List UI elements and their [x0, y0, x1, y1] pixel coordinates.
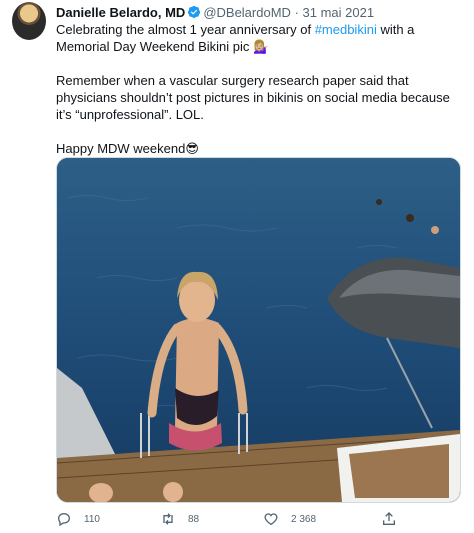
like-button[interactable]: 2 368 [263, 511, 316, 527]
like-count: 2 368 [291, 513, 317, 525]
reply-button[interactable]: 110 [56, 511, 100, 527]
hashtag-link[interactable]: #medbikini [315, 22, 377, 37]
reply-icon [57, 512, 71, 527]
tweet-date[interactable]: 31 mai 2021 [303, 5, 375, 20]
meta-separator: · [294, 5, 299, 20]
retweet-icon [163, 513, 173, 525]
tweet-paragraph-3: Happy MDW weekend😎 [56, 141, 199, 156]
avatar[interactable] [12, 2, 46, 40]
tweet-actions: 110 88 2 368 [56, 511, 456, 529]
author-handle[interactable]: @DBelardoMD [203, 5, 291, 20]
share-button[interactable] [381, 511, 397, 527]
tweet-text: Celebrating the almost 1 year anniversar… [56, 21, 461, 174]
tweet[interactable]: Danielle Belardo, MD @DBelardoMD · 31 mai… [0, 0, 474, 533]
tweet-paragraph-1: Celebrating the almost 1 year anniversar… [56, 21, 461, 55]
reply-count: 110 [84, 513, 100, 525]
share-icon [383, 512, 395, 525]
tweet-photo[interactable] [56, 157, 461, 503]
retweet-button[interactable]: 88 [160, 511, 199, 527]
retweet-count: 88 [188, 513, 200, 525]
heart-icon [264, 513, 278, 526]
text-line1-start: Celebrating the almost 1 year anniversar… [56, 22, 315, 37]
tweet-paragraph-2: Remember when a vascular surgery researc… [56, 73, 450, 122]
author-name[interactable]: Danielle Belardo, MD [56, 5, 185, 20]
